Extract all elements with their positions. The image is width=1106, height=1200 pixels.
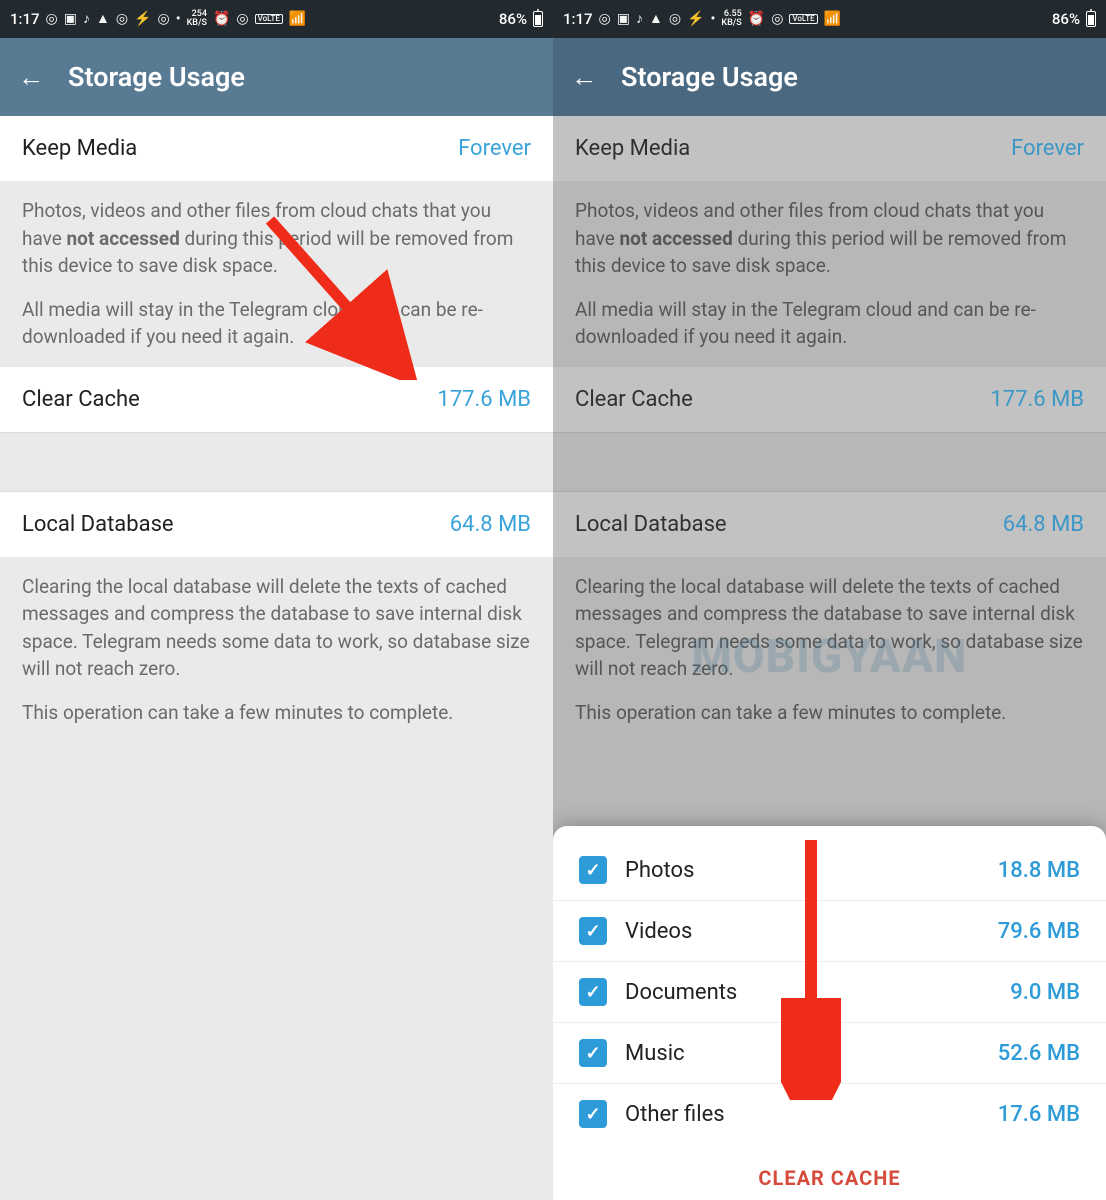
app-header: ← Storage Usage: [0, 38, 553, 116]
page-title: Storage Usage: [68, 61, 245, 93]
status-time: 1:17: [563, 10, 593, 28]
status-bar: 1:17 ◎ ▣ ♪ ▲ ◎ ⚡ ◎ • 254 KB/S ⏰ ◎ VoLTE …: [0, 0, 553, 38]
dlg-item-other[interactable]: ✓ Other files 17.6 MB: [553, 1084, 1106, 1144]
local-db-label: Local Database: [22, 512, 174, 537]
dlg-item-documents[interactable]: ✓ Documents 9.0 MB: [553, 962, 1106, 1023]
tiktok-icon: ♪: [636, 12, 643, 26]
instagram-icon-3: ◎: [158, 12, 170, 26]
dlg-item-videos[interactable]: ✓ Videos 79.6 MB: [553, 901, 1106, 962]
volte-icon: VoLTE: [255, 14, 283, 24]
instagram-icon-2: ◎: [116, 12, 128, 26]
info-text: This operation can take a few minutes to…: [575, 699, 1084, 727]
dlg-label: Videos: [625, 919, 692, 944]
charging-icon: ⚡: [687, 12, 704, 26]
clear-cache-label: Clear Cache: [22, 387, 140, 412]
battery-pct: 86%: [499, 10, 527, 28]
clear-cache-dialog: ✓ Photos 18.8 MB ✓ Videos 79.6 MB ✓ Docu…: [553, 826, 1106, 1200]
screen-left: 1:17 ◎ ▣ ♪ ▲ ◎ ⚡ ◎ • 254 KB/S ⏰ ◎ VoLTE …: [0, 0, 553, 1200]
dot-icon: •: [711, 12, 716, 26]
battery-icon: [533, 11, 543, 27]
local-db-value: 64.8 MB: [1003, 512, 1084, 537]
local-db-label: Local Database: [575, 512, 727, 537]
row-keep-media[interactable]: Keep Media Forever: [0, 116, 553, 181]
page-title: Storage Usage: [621, 61, 798, 93]
dlg-label: Photos: [625, 858, 694, 883]
dlg-label: Other files: [625, 1102, 725, 1127]
alarm-icon: ⏰: [748, 12, 765, 26]
charging-icon: ⚡: [134, 12, 151, 26]
dlg-value: 17.6 MB: [998, 1102, 1080, 1127]
back-icon[interactable]: ←: [571, 62, 597, 93]
dlg-value: 79.6 MB: [998, 919, 1080, 944]
info-text: This operation can take a few minutes to…: [22, 699, 531, 727]
screen-right: 1:17 ◎ ▣ ♪ ▲ ◎ ⚡ • 6.55 KB/S ⏰ ◎ VoLTE 📶…: [553, 0, 1106, 1200]
tree-icon: ▲: [649, 12, 663, 26]
keep-media-value: Forever: [1011, 136, 1084, 161]
row-local-db[interactable]: Local Database 64.8 MB: [0, 492, 553, 557]
signal-icon: 📶: [289, 12, 306, 26]
net-unit: KB/S: [187, 19, 207, 28]
local-db-info: Clearing the local database will delete …: [0, 557, 553, 743]
section-gap: [0, 432, 553, 492]
dlg-value: 9.0 MB: [1010, 980, 1080, 1005]
row-local-db[interactable]: Local Database 64.8 MB: [553, 492, 1106, 557]
local-db-value: 64.8 MB: [450, 512, 531, 537]
section-gap: [553, 432, 1106, 492]
clear-cache-button[interactable]: CLEAR CACHE: [553, 1144, 1106, 1200]
info-text: All media will stay in the Telegram clou…: [575, 296, 1084, 351]
hotspot-icon: ◎: [236, 12, 248, 26]
info-text: Clearing the local database will delete …: [575, 573, 1084, 683]
keep-media-label: Keep Media: [22, 136, 137, 161]
hotspot-icon: ◎: [771, 12, 783, 26]
keep-media-info: Photos, videos and other files from clou…: [0, 181, 553, 367]
dlg-label: Documents: [625, 980, 737, 1005]
dlg-label: Music: [625, 1041, 685, 1066]
alarm-icon: ⏰: [213, 12, 230, 26]
dlg-value: 52.6 MB: [998, 1041, 1080, 1066]
battery-icon: [1086, 11, 1096, 27]
app-header: ← Storage Usage: [553, 38, 1106, 116]
notification-icon: ▣: [64, 12, 77, 26]
clear-cache-value: 177.6 MB: [437, 387, 531, 412]
back-icon[interactable]: ←: [18, 62, 44, 93]
info-text: All media will stay in the Telegram clou…: [22, 296, 531, 351]
clear-cache-label: Clear Cache: [575, 387, 693, 412]
checkbox-icon[interactable]: ✓: [579, 978, 607, 1006]
tree-icon: ▲: [96, 12, 110, 26]
dlg-item-photos[interactable]: ✓ Photos 18.8 MB: [553, 840, 1106, 901]
battery-pct: 86%: [1052, 10, 1080, 28]
instagram-icon: ◎: [599, 12, 611, 26]
notification-icon: ▣: [617, 12, 630, 26]
row-clear-cache[interactable]: Clear Cache 177.6 MB: [0, 367, 553, 432]
dlg-value: 18.8 MB: [998, 858, 1080, 883]
info-bold: not accessed: [67, 227, 180, 250]
checkbox-icon[interactable]: ✓: [579, 1100, 607, 1128]
dot-icon: •: [176, 12, 181, 26]
keep-media-label: Keep Media: [575, 136, 690, 161]
keep-media-info: Photos, videos and other files from clou…: [553, 181, 1106, 367]
checkbox-icon[interactable]: ✓: [579, 1039, 607, 1067]
signal-icon: 📶: [824, 12, 841, 26]
local-db-info: Clearing the local database will delete …: [553, 557, 1106, 743]
row-keep-media[interactable]: Keep Media Forever: [553, 116, 1106, 181]
status-bar: 1:17 ◎ ▣ ♪ ▲ ◎ ⚡ • 6.55 KB/S ⏰ ◎ VoLTE 📶…: [553, 0, 1106, 38]
checkbox-icon[interactable]: ✓: [579, 856, 607, 884]
volte-icon: VoLTE: [789, 14, 817, 24]
info-bold: not accessed: [620, 227, 733, 250]
clear-cache-value: 177.6 MB: [990, 387, 1084, 412]
instagram-icon: ◎: [46, 12, 58, 26]
info-text: Clearing the local database will delete …: [22, 573, 531, 683]
row-clear-cache[interactable]: Clear Cache 177.6 MB: [553, 367, 1106, 432]
status-time: 1:17: [10, 10, 40, 28]
net-unit: KB/S: [721, 19, 741, 28]
tiktok-icon: ♪: [83, 12, 90, 26]
dlg-item-music[interactable]: ✓ Music 52.6 MB: [553, 1023, 1106, 1084]
keep-media-value: Forever: [458, 136, 531, 161]
checkbox-icon[interactable]: ✓: [579, 917, 607, 945]
instagram-icon-2: ◎: [669, 12, 681, 26]
